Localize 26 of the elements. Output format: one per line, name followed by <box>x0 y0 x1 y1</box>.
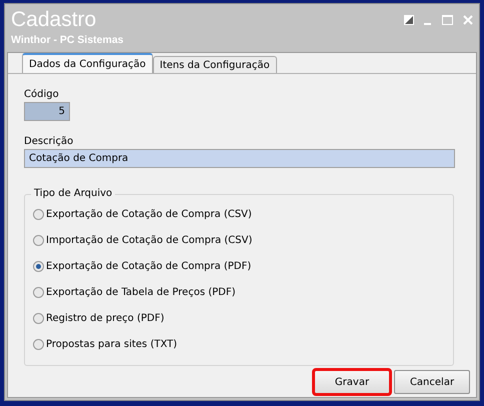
group-title: Tipo de Arquivo <box>31 187 116 201</box>
radio-button[interactable] <box>33 313 44 324</box>
dialog-button[interactable]: Gravar <box>314 370 390 394</box>
option-label: Exportação de Cotação de Compra (PDF) <box>46 261 252 272</box>
restore-icon[interactable] <box>404 15 414 25</box>
option-label: Propostas para sites (TXT) <box>46 339 178 350</box>
option-label: Importação de Cotação de Compra (CSV) <box>46 235 252 246</box>
option-label: Registro de preço (PDF) <box>46 313 164 324</box>
option-label: Exportação de Tabela de Preços (PDF) <box>46 287 236 298</box>
radio-button[interactable] <box>33 235 44 246</box>
tab[interactable]: Dados da Configuração <box>22 53 153 73</box>
option-label: Exportação de Cotação de Compra (CSV) <box>46 209 252 220</box>
close-icon[interactable] <box>463 15 473 25</box>
input-field[interactable]: 5 <box>24 102 70 121</box>
window-title: Cadastro <box>11 7 96 33</box>
input-field[interactable]: Cotação de Compra <box>24 149 455 168</box>
field-label: Descrição <box>24 135 74 149</box>
radio-button[interactable] <box>33 261 44 272</box>
field-label: Código <box>24 88 59 102</box>
dialog-button[interactable]: Cancelar <box>394 370 470 394</box>
radio-button[interactable] <box>33 339 44 350</box>
maximize-icon[interactable] <box>442 15 453 25</box>
radio-button[interactable] <box>33 287 44 298</box>
radio-button[interactable] <box>33 209 44 220</box>
window-subtitle: Winthor - PC Sistemas <box>11 33 124 47</box>
tab[interactable]: Itens da Configuração <box>152 56 277 73</box>
